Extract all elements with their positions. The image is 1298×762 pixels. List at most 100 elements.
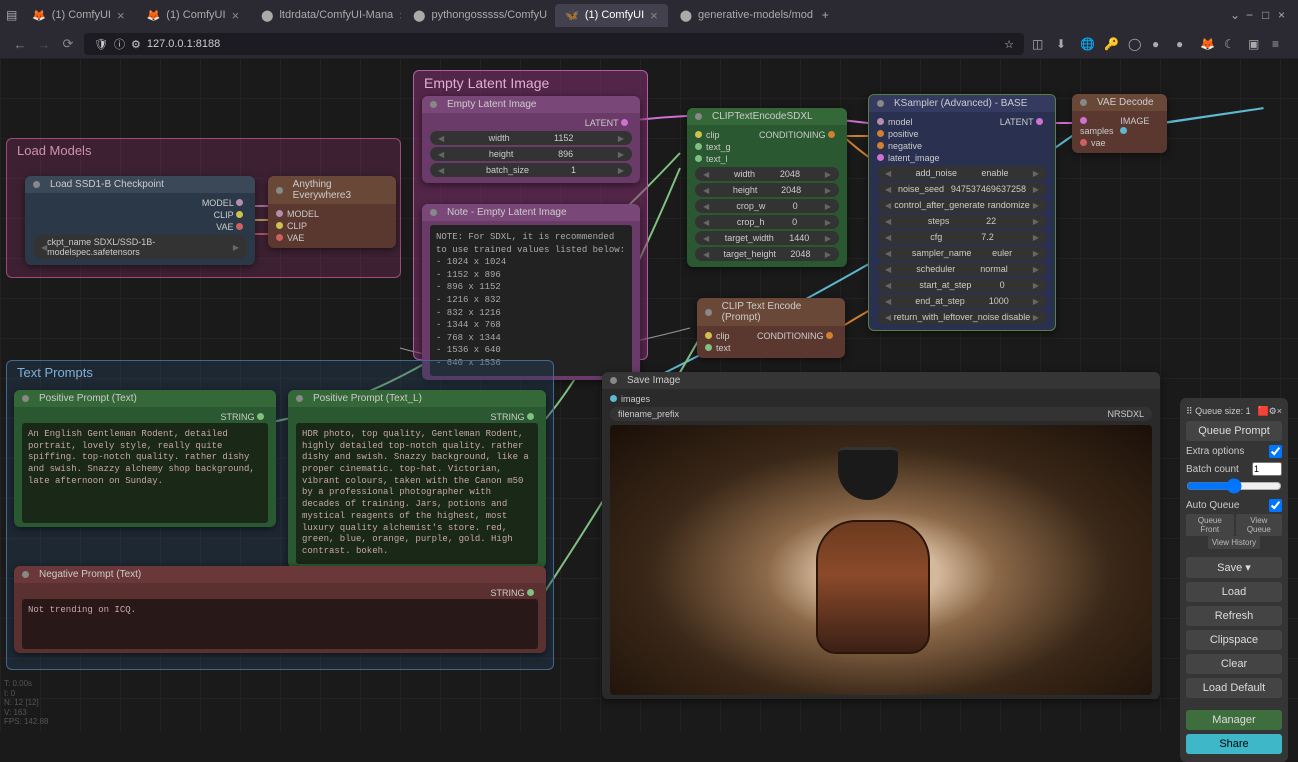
node-anything-everywhere[interactable]: Anything Everywhere3 MODEL CLIP VAE <box>268 176 396 248</box>
prompt-text[interactable]: HDR photo, top quality, Gentleman Rodent… <box>296 423 538 564</box>
input-latent: latent_image <box>888 153 940 163</box>
node-canvas[interactable]: Load Models Load SSD1-B Checkpoint MODEL… <box>0 58 1298 731</box>
param-steps[interactable]: ◀steps22▶ <box>877 214 1047 228</box>
extra-options-label: Extra options <box>1186 446 1244 457</box>
tab-3[interactable]: ⬤ltdrdata/ComfyUI-Mana× <box>251 4 401 27</box>
param-add_noise[interactable]: ◀add_noiseenable▶ <box>877 166 1047 180</box>
load-default-button[interactable]: Load Default <box>1186 678 1282 698</box>
param-sampler_name[interactable]: ◀sampler_nameeuler▶ <box>877 246 1047 260</box>
minimize-icon[interactable]: − <box>1246 8 1260 22</box>
node-clip-text-encode[interactable]: CLIP Text Encode (Prompt) clipCONDITIONI… <box>697 298 845 358</box>
globe-icon[interactable]: 🌐 <box>1080 37 1094 51</box>
box-icon[interactable]: ▣ <box>1248 37 1262 51</box>
node-positive-prompt[interactable]: Positive Prompt (Text) STRING An English… <box>14 390 276 527</box>
param-crop_h[interactable]: ◀crop_h0▶ <box>695 215 839 229</box>
load-button[interactable]: Load <box>1186 582 1282 602</box>
app-menu-icon[interactable]: ▤ <box>6 8 20 22</box>
fox-icon[interactable]: 🦊 <box>1200 37 1214 51</box>
output-clip: CLIP <box>214 210 234 220</box>
key-icon[interactable]: 🔑 <box>1104 37 1118 51</box>
tab-4[interactable]: ⬤pythongosssss/ComfyU× <box>403 4 553 27</box>
control-panel[interactable]: ⠿ Queue size: 1🟥⚙× Queue Prompt Extra op… <box>1180 398 1288 762</box>
close-icon[interactable]: × <box>399 8 401 23</box>
node-save-image[interactable]: Save Image images filename_prefixNRSDXL <box>602 372 1160 699</box>
chevron-down-icon[interactable]: ⌄ <box>1230 8 1244 22</box>
param-height[interactable]: ◀height2048▶ <box>695 183 839 197</box>
back-icon[interactable]: ← <box>12 36 28 52</box>
node-title: Empty Latent Image <box>447 99 537 110</box>
share-button[interactable]: Share <box>1186 734 1282 754</box>
moon-icon[interactable]: ☾ <box>1224 37 1238 51</box>
param-target_height[interactable]: ◀target_height2048▶ <box>695 247 839 261</box>
node-ksampler[interactable]: KSampler (Advanced) - BASE modelLATENT p… <box>868 94 1056 331</box>
auto-queue-checkbox[interactable] <box>1269 499 1282 512</box>
circle2-icon[interactable]: ● <box>1176 37 1190 51</box>
auto-queue-label: Auto Queue <box>1186 500 1239 511</box>
param-crop_w[interactable]: ◀crop_w0▶ <box>695 199 839 213</box>
param-scheduler[interactable]: ◀schedulernormal▶ <box>877 262 1047 276</box>
node-clip-sdxl[interactable]: CLIPTextEncodeSDXL clipCONDITIONING text… <box>687 108 847 267</box>
view-queue-button[interactable]: View Queue <box>1236 514 1282 536</box>
close-icon[interactable]: × <box>232 8 240 23</box>
github-icon[interactable]: ◯ <box>1128 37 1142 51</box>
manager-button[interactable]: Manager <box>1186 710 1282 730</box>
batch-widget[interactable]: ◀batch_size1▶ <box>430 163 632 177</box>
close-icon[interactable]: × <box>650 8 658 23</box>
view-history-button[interactable]: View History <box>1208 536 1260 549</box>
star-icon[interactable]: ☆ <box>1004 38 1014 51</box>
param-start_at_step[interactable]: ◀start_at_step0▶ <box>877 278 1047 292</box>
node-positive-prompt-l[interactable]: Positive Prompt (Text_L) STRING HDR phot… <box>288 390 546 568</box>
queue-front-button[interactable]: Queue Front <box>1186 514 1234 536</box>
filename-prefix-widget[interactable]: filename_prefixNRSDXL <box>610 407 1152 421</box>
tab-1[interactable]: 🦊(1) ComfyUI× <box>22 4 135 27</box>
close-icon[interactable]: × <box>117 8 125 23</box>
ckpt-name-widget[interactable]: ◀ckpt_name SDXL/SSD-1B-modelspec.safeten… <box>33 235 247 259</box>
param-width[interactable]: ◀width2048▶ <box>695 167 839 181</box>
node-vae-decode[interactable]: VAE Decode samplesIMAGE vae <box>1072 94 1167 153</box>
node-load-checkpoint[interactable]: Load SSD1-B Checkpoint MODEL CLIP VAE ◀c… <box>25 176 255 265</box>
queue-prompt-button[interactable]: Queue Prompt <box>1186 421 1282 441</box>
close-icon[interactable]: × <box>819 8 820 23</box>
forward-icon[interactable]: → <box>36 36 52 52</box>
tab-5-active[interactable]: 🦋(1) ComfyUI× <box>555 4 668 27</box>
menu-icon[interactable]: ≡ <box>1272 37 1286 51</box>
param-return_with_leftover_noise[interactable]: ◀return_with_leftover_noisedisable▶ <box>877 310 1047 324</box>
clear-button[interactable]: Clear <box>1186 654 1282 674</box>
node-title: VAE Decode <box>1097 97 1154 108</box>
prompt-text[interactable]: An English Gentleman Rodent, detailed po… <box>22 423 268 523</box>
prompt-text[interactable]: Not trending on ICQ. <box>22 599 538 649</box>
refresh-button[interactable]: Refresh <box>1186 606 1282 626</box>
input-model: model <box>888 117 913 127</box>
node-negative-prompt[interactable]: Negative Prompt (Text) STRING Not trendi… <box>14 566 546 653</box>
param-control_after_generate[interactable]: ◀control_after_generaterandomize▶ <box>877 198 1047 212</box>
param-end_at_step[interactable]: ◀end_at_step1000▶ <box>877 294 1047 308</box>
reload-icon[interactable]: ⟳ <box>60 36 76 52</box>
height-widget[interactable]: ◀height896▶ <box>430 147 632 161</box>
output-image-preview <box>610 425 1152 695</box>
extra-options-checkbox[interactable] <box>1269 445 1282 458</box>
batch-count-input[interactable] <box>1252 462 1282 476</box>
param-cfg[interactable]: ◀cfg7.2▶ <box>877 230 1047 244</box>
maximize-icon[interactable]: □ <box>1262 8 1276 22</box>
save-button[interactable]: Save ▾ <box>1186 557 1282 578</box>
input-vae: vae <box>1091 138 1106 148</box>
url-input[interactable]: 🛡 ⓘ ⚙ 127.0.0.1:8188 ☆ <box>84 33 1024 55</box>
input-clip: clip <box>706 130 720 140</box>
input-negative: negative <box>888 141 922 151</box>
batch-slider[interactable] <box>1186 478 1282 494</box>
node-empty-latent[interactable]: Empty Latent Image LATENT ◀width1152▶ ◀h… <box>422 96 640 183</box>
window-close-icon[interactable]: × <box>1278 8 1292 22</box>
circle-icon[interactable]: ● <box>1152 37 1166 51</box>
clipspace-button[interactable]: Clipspace <box>1186 630 1282 650</box>
tab-2[interactable]: 🦊(1) ComfyUI× <box>137 4 250 27</box>
download-icon[interactable]: ⬇ <box>1056 37 1070 51</box>
param-target_width[interactable]: ◀target_width1440▶ <box>695 231 839 245</box>
param-noise_seed[interactable]: ◀noise_seed947537469637258▶ <box>877 182 1047 196</box>
node-note[interactable]: Note - Empty Latent Image NOTE: For SDXL… <box>422 204 640 380</box>
input-positive: positive <box>888 129 919 139</box>
width-widget[interactable]: ◀width1152▶ <box>430 131 632 145</box>
tab-6[interactable]: ⬤generative-models/mod× <box>670 4 820 27</box>
browser-chrome: ▤ 🦊(1) ComfyUI× 🦊(1) ComfyUI× ⬤ltdrdata/… <box>0 0 1298 58</box>
new-tab-icon[interactable]: + <box>822 8 836 22</box>
ext-icon[interactable]: ◫ <box>1032 37 1046 51</box>
